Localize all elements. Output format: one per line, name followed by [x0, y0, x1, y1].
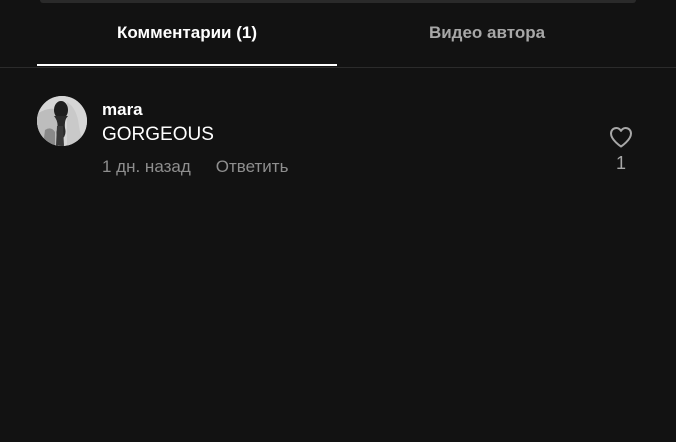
tab-author-videos-label: Видео автора	[428, 23, 546, 42]
tab-bar: Комментарии (1) Видео автора	[0, 0, 676, 68]
avatar[interactable]	[37, 96, 87, 146]
tab-comments-label: Комментарии (1)	[117, 23, 257, 42]
comment-meta: 1 дн. назад Ответить	[102, 157, 288, 177]
active-tab-indicator	[37, 64, 337, 66]
comment-timestamp: 1 дн. назад	[102, 157, 191, 176]
like-control: 1	[607, 126, 635, 174]
like-count: 1	[615, 153, 626, 173]
comment-text: GORGEOUS	[102, 124, 214, 145]
comment-item: mara GORGEOUS 1 дн. назад Ответить 1	[37, 96, 639, 186]
comment-username[interactable]: mara	[102, 100, 143, 120]
tab-comments[interactable]: Комментарии (1)	[37, 0, 337, 66]
tab-author-videos[interactable]: Видео автора	[337, 0, 637, 66]
reply-button[interactable]: Ответить	[216, 157, 289, 177]
heart-outline-icon[interactable]	[609, 126, 633, 148]
